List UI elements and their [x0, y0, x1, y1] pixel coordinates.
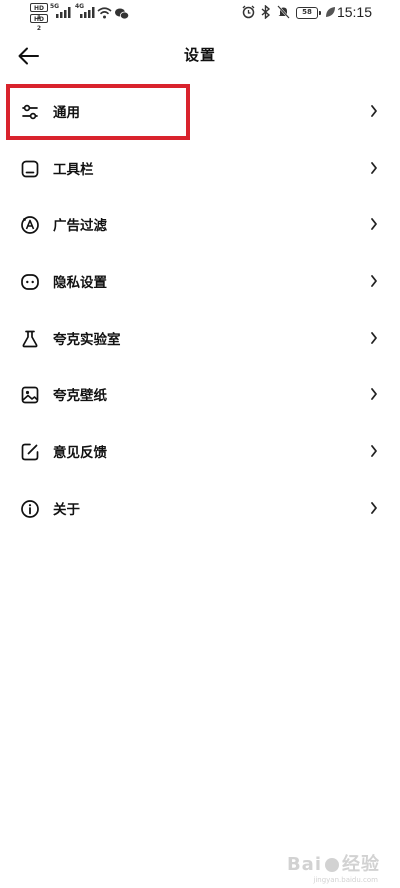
- bluetooth-icon: [261, 5, 271, 19]
- info-icon: [21, 499, 39, 518]
- header: 设置: [0, 30, 400, 82]
- ad-filter-icon: [21, 216, 39, 235]
- watermark-subtext: jingyan.baidu.com: [313, 876, 378, 884]
- menu-item-feedback[interactable]: 意见反馈: [0, 424, 400, 481]
- chevron-right-icon: [371, 218, 377, 231]
- menu-label: 意见反馈: [53, 445, 107, 462]
- watermark-text: Bai: [286, 854, 322, 875]
- chevron-right-icon: [371, 105, 377, 117]
- status-right: 58 15:15: [242, 4, 372, 23]
- menu-item-toolbar[interactable]: 工具栏: [0, 141, 400, 198]
- menu-label: 广告过滤: [53, 218, 107, 235]
- wallpaper-icon: [21, 387, 39, 404]
- feedback-icon: [21, 443, 39, 461]
- menu-label: 隐私设置: [53, 275, 107, 292]
- battery-indicator: 58: [296, 7, 321, 19]
- page-title: 设置: [183, 46, 216, 64]
- chevron-right-icon: [371, 275, 377, 287]
- menu-label: 工具栏: [53, 161, 94, 178]
- menu-item-wallpaper[interactable]: 夸克壁纸: [0, 367, 400, 424]
- watermark-text-2: 经验: [342, 854, 380, 875]
- chevron-right-icon: [371, 388, 377, 401]
- sim1-tag: HD 1: [30, 3, 48, 21]
- chevron-right-icon: [371, 331, 377, 344]
- alarm-icon: [242, 5, 255, 19]
- highlight-box: [6, 84, 190, 140]
- wifi-icon: [97, 7, 112, 19]
- menu-item-about[interactable]: 关于: [0, 481, 400, 538]
- baidu-watermark: Bai 经验 jingyan.baidu.com: [286, 850, 380, 884]
- sim2-tag: HD 2: [30, 14, 48, 32]
- wechat-icon: [115, 8, 129, 20]
- flask-icon: [22, 330, 38, 348]
- menu-item-quark-lab[interactable]: 夸克实验室: [0, 311, 400, 368]
- privacy-icon: [21, 274, 39, 290]
- menu-label: 关于: [53, 501, 80, 518]
- status-left: HD 1 HD 2 5G 4G: [30, 3, 130, 32]
- mute-icon: [277, 5, 290, 19]
- menu-label: 夸克壁纸: [53, 388, 107, 405]
- status-bar: HD 1 HD 2 5G 4G 58 15:15: [0, 0, 400, 32]
- menu-item-privacy[interactable]: 隐私设置: [0, 254, 400, 311]
- settings-menu: 通用 工具栏 广告过滤 隐私设置 夸克实验室 夸克壁纸 意见反馈 关于: [0, 84, 400, 538]
- chevron-right-icon: [371, 161, 377, 174]
- chevron-right-icon: [371, 445, 377, 458]
- menu-item-ad-filter[interactable]: 广告过滤: [0, 197, 400, 254]
- clock: 15:15: [336, 4, 372, 20]
- chevron-right-icon: [371, 501, 377, 514]
- paw-icon: [325, 858, 339, 872]
- menu-label: 夸克实验室: [53, 331, 121, 348]
- toolbar-icon: [21, 160, 39, 178]
- leaf-icon: [326, 7, 335, 17]
